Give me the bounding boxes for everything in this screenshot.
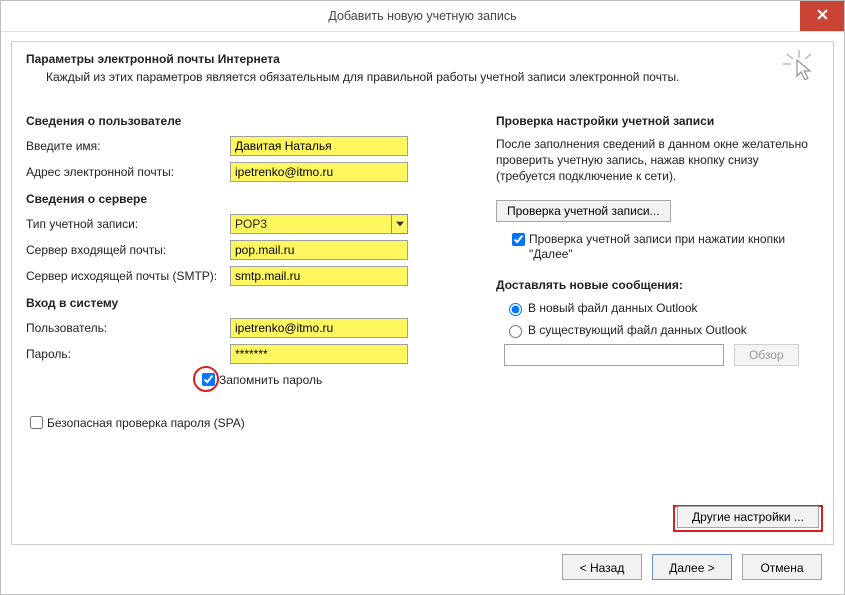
chevron-down-icon[interactable] [391,214,408,234]
other-settings-button[interactable]: Другие настройки ... [677,506,819,528]
section-login: Вход в систему [26,296,456,310]
window-title: Добавить новую учетную запись [328,9,516,23]
account-type-select[interactable]: POP3 [230,214,408,234]
outgoing-server-input[interactable] [230,266,408,286]
username-input[interactable] [230,318,408,338]
close-button[interactable] [800,1,844,31]
auto-test-checkbox[interactable] [512,233,525,246]
existing-file-input[interactable] [504,344,724,366]
back-button[interactable]: < Назад [562,554,642,580]
page-title: Параметры электронной почты Интернета [26,52,819,66]
deliver-new-radio[interactable] [509,303,522,316]
section-deliver: Доставлять новые сообщения: [496,278,819,292]
auto-test-label-line2: "Далее" [529,247,573,261]
label-account-type: Тип учетной записи: [26,217,230,231]
deliver-new-label: В новый файл данных Outlook [528,301,698,315]
name-input[interactable] [230,136,408,156]
next-button[interactable]: Далее > [652,554,732,580]
label-username: Пользователь: [26,321,230,335]
spa-checkbox[interactable] [30,416,43,429]
password-input[interactable] [230,344,408,364]
remember-password-label: Запомнить пароль [219,373,322,387]
label-email: Адрес электронной почты: [26,165,230,179]
section-user-info: Сведения о пользователе [26,114,456,128]
label-incoming: Сервер входящей почты: [26,243,230,257]
section-server-info: Сведения о сервере [26,192,456,206]
deliver-existing-label: В существующий файл данных Outlook [528,323,747,337]
close-icon [817,1,828,31]
deliver-existing-radio[interactable] [509,325,522,338]
incoming-server-input[interactable] [230,240,408,260]
account-type-value: POP3 [230,214,408,234]
cursor-sparkle-icon [783,50,815,80]
label-name: Введите имя: [26,139,230,153]
label-password: Пароль: [26,347,230,361]
auto-test-label-line1: Проверка учетной записи при нажатии кноп… [529,232,785,246]
browse-button: Обзор [734,344,799,366]
verify-description: После заполнения сведений в данном окне … [496,136,819,184]
page-subtitle: Каждый из этих параметров является обяза… [26,70,819,84]
email-input[interactable] [230,162,408,182]
label-outgoing: Сервер исходящей почты (SMTP): [26,269,230,283]
remember-password-checkbox[interactable] [202,373,215,386]
cancel-button[interactable]: Отмена [742,554,822,580]
test-account-button[interactable]: Проверка учетной записи... [496,200,671,222]
spa-label: Безопасная проверка пароля (SPA) [47,416,245,430]
section-verify: Проверка настройки учетной записи [496,114,819,128]
